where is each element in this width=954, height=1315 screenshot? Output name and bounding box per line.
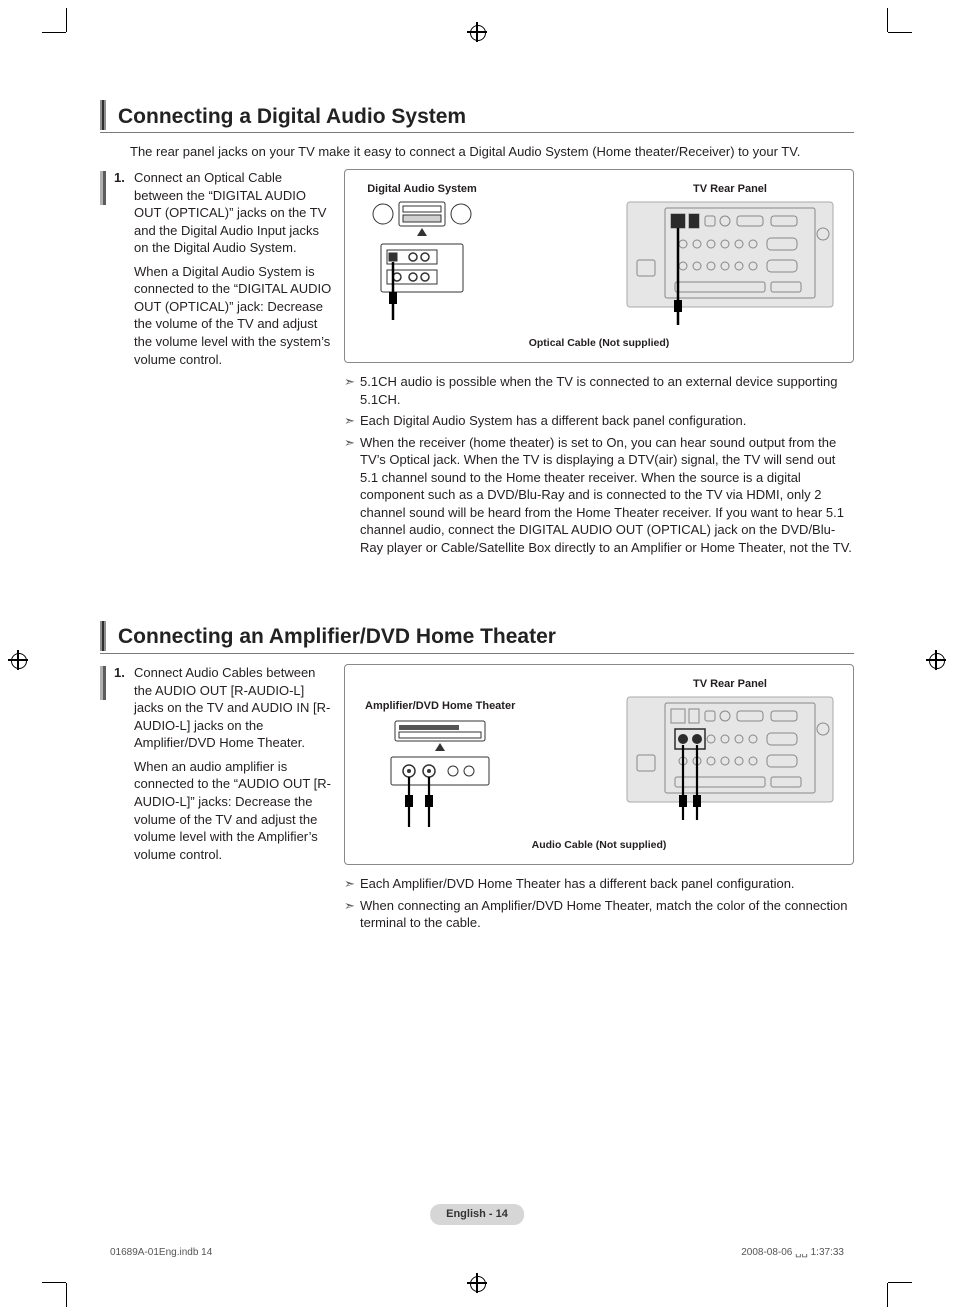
wiring-diagram: Digital Audio System bbox=[344, 169, 854, 364]
section-accent-bar bbox=[100, 621, 106, 651]
tv-rear-panel-icon bbox=[625, 695, 835, 820]
section-title: Connecting a Digital Audio System bbox=[118, 105, 466, 128]
tv-rear-panel-icon bbox=[625, 200, 835, 325]
step-number: 1. bbox=[114, 169, 134, 187]
registration-mark-right bbox=[926, 650, 946, 670]
note-text: When connecting an Amplifier/DVD Home Th… bbox=[360, 897, 854, 932]
digital-audio-system-icon bbox=[367, 200, 477, 320]
section-title: Connecting an Amplifier/DVD Home Theater bbox=[118, 625, 556, 648]
amplifier-icon bbox=[375, 717, 505, 827]
device-label: TV Rear Panel bbox=[625, 182, 835, 197]
note-text: Each Digital Audio System has a differen… bbox=[360, 412, 854, 430]
step-paragraph: Connect Audio Cables between the AUDIO O… bbox=[134, 664, 334, 752]
note-text: Each Amplifier/DVD Home Theater has a di… bbox=[360, 875, 854, 893]
device-label: TV Rear Panel bbox=[625, 677, 835, 692]
step-paragraph: Connect an Optical Cable between the “DI… bbox=[134, 169, 334, 257]
note-text: When the receiver (home theater) is set … bbox=[360, 434, 854, 557]
note-arrow-icon: ➣ bbox=[344, 412, 360, 429]
registration-mark-left bbox=[8, 650, 28, 670]
cable-label: Optical Cable (Not supplied) bbox=[359, 336, 839, 350]
section-accent-bar bbox=[100, 100, 106, 130]
step-number: 1. bbox=[114, 664, 134, 682]
section-intro: The rear panel jacks on your TV make it … bbox=[130, 143, 854, 161]
note-arrow-icon: ➣ bbox=[344, 897, 360, 914]
page-number-badge: English - 14 bbox=[430, 1204, 524, 1225]
step-accent-bar bbox=[100, 666, 106, 700]
note-arrow-icon: ➣ bbox=[344, 373, 360, 390]
note-text: 5.1CH audio is possible when the TV is c… bbox=[360, 373, 854, 408]
footer-doc-id: 01689A-01Eng.indb 14 bbox=[110, 1246, 212, 1260]
note-arrow-icon: ➣ bbox=[344, 875, 360, 892]
footer-timestamp: 2008-08-06 ␣␣ 1:37:33 bbox=[741, 1246, 844, 1260]
device-label: Digital Audio System bbox=[367, 182, 477, 197]
step-paragraph: When a Digital Audio System is connected… bbox=[134, 263, 334, 368]
step-paragraph: When an audio amplifier is connected to … bbox=[134, 758, 334, 863]
cable-label: Audio Cable (Not supplied) bbox=[359, 838, 839, 852]
registration-mark-bottom bbox=[467, 1273, 487, 1293]
note-arrow-icon: ➣ bbox=[344, 434, 360, 451]
device-label: Amplifier/DVD Home Theater bbox=[365, 699, 515, 714]
wiring-diagram: Amplifier/DVD Home Theater bbox=[344, 664, 854, 866]
step-accent-bar bbox=[100, 171, 106, 205]
registration-mark-top bbox=[467, 22, 487, 42]
